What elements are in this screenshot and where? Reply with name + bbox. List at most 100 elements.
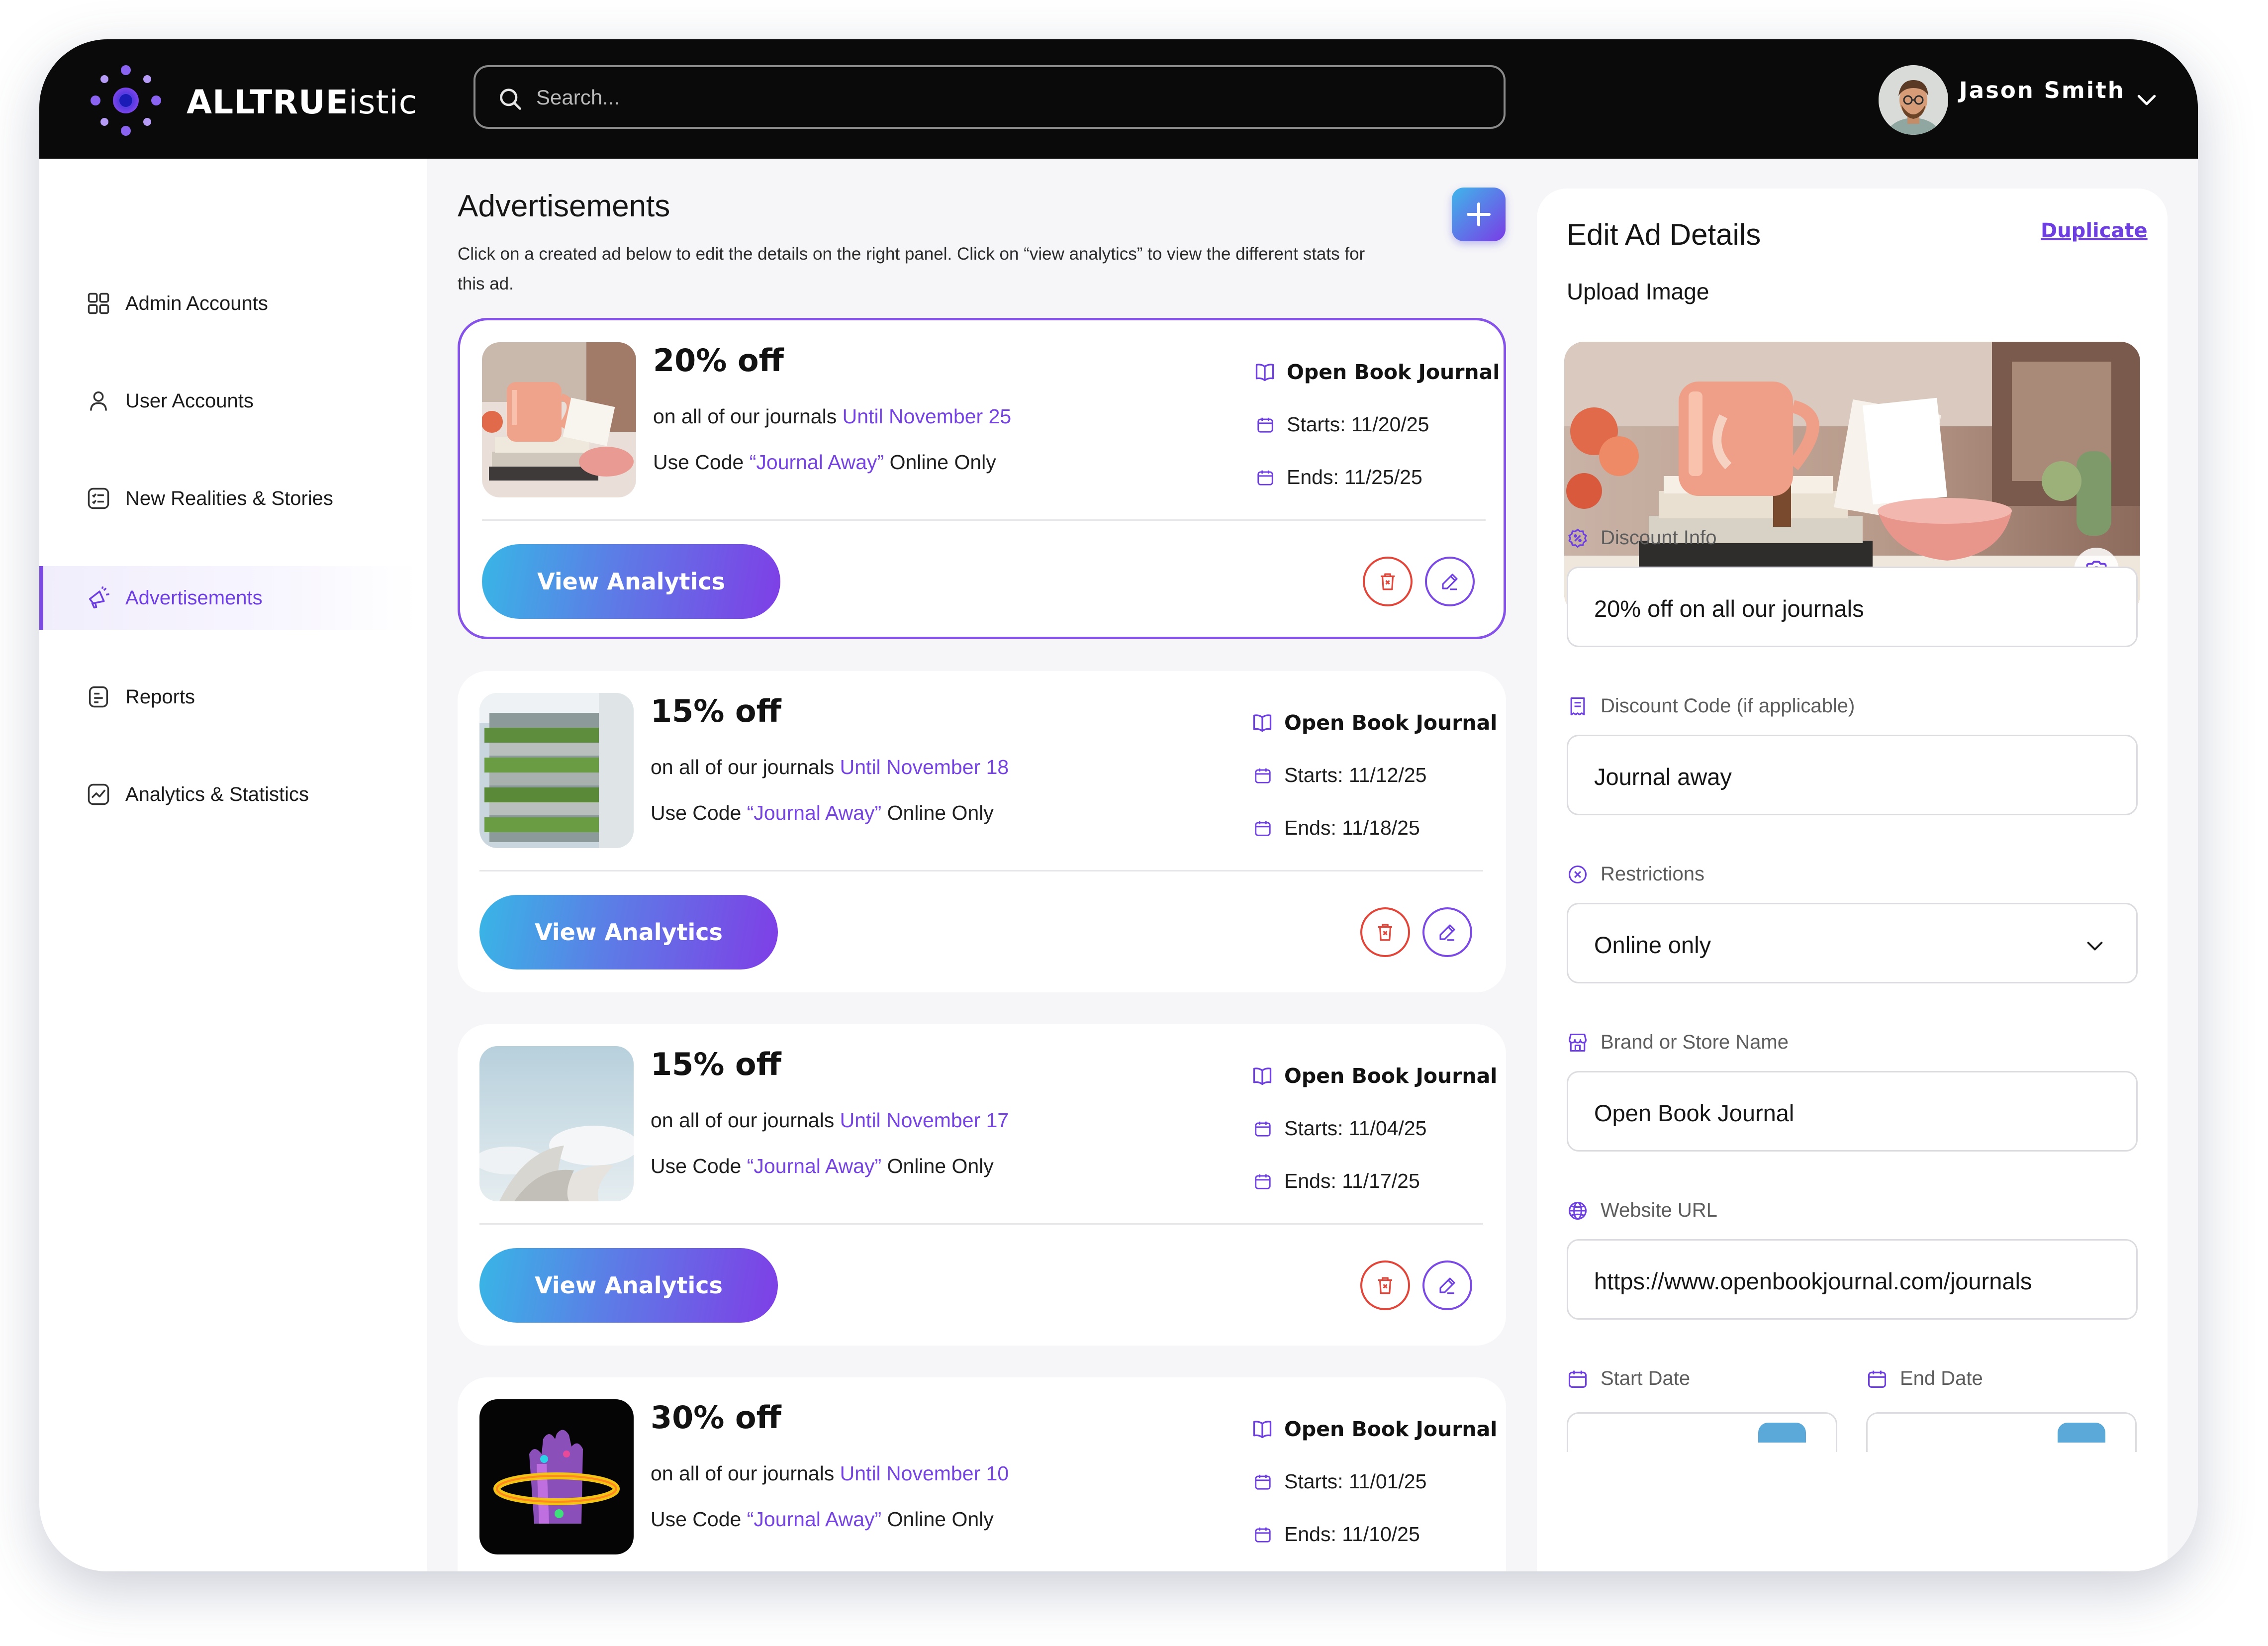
edit-button[interactable] (1425, 557, 1475, 606)
book-icon (1253, 1421, 1272, 1439)
search-input[interactable] (535, 78, 1472, 117)
ad-code: “Journal Away” (747, 1155, 882, 1177)
sidebar-item-advertisements[interactable]: Advertisements (39, 566, 417, 630)
restrictions-label-text: Restrictions (1601, 863, 1704, 885)
ad-description-text: on all of our journals (651, 756, 835, 778)
store-icon (1568, 1033, 1587, 1052)
ad-code-line: Use Code “Journal Away” Online Only (653, 451, 996, 474)
discount-code-value: Journal away (1594, 764, 1732, 790)
delete-button[interactable] (1360, 907, 1410, 957)
start-date-label-text: Start Date (1601, 1367, 1691, 1389)
ad-start-date: Starts: 11/01/25 (1253, 1470, 1426, 1493)
ad-brand: Open Book Journal (1251, 1064, 1497, 1088)
search-box[interactable] (473, 65, 1506, 129)
discount-code-field[interactable]: Journal away (1567, 735, 2138, 815)
brand-label: Brand or Store Name (1567, 1031, 1789, 1054)
ad-start-date: Starts: 11/20/25 (1256, 413, 1429, 436)
delete-button[interactable] (1363, 557, 1413, 606)
add-ad-button[interactable] (1452, 188, 1506, 241)
start-date-field[interactable] (1567, 1412, 1837, 1452)
discount-info-field[interactable]: 20% off on all our journals (1567, 567, 2138, 647)
ad-code-suffix: Online Only (887, 1508, 994, 1531)
ad-until: Until November 18 (840, 756, 1009, 778)
trash-icon (1381, 573, 1395, 590)
ad-end-date: Ends: 11/10/25 (1253, 1523, 1420, 1546)
brand-name-bold: ALLTRUE (187, 83, 349, 121)
delete-button[interactable] (1360, 1260, 1410, 1310)
ad-end-date: Ends: 11/18/25 (1253, 816, 1420, 840)
sidebar-item-label: User Accounts (125, 390, 254, 412)
ad-brand-name: Open Book Journal (1284, 711, 1498, 735)
ad-description: on all of our journals Until November 25 (653, 405, 1011, 428)
sidebar-item-reports[interactable]: Reports (39, 665, 417, 729)
sidebar-item-label: Reports (125, 686, 195, 708)
website-label: Website URL (1567, 1199, 1717, 1222)
restrictions-select[interactable]: Online only (1567, 903, 2138, 983)
ad-card[interactable]: 20% off on all of our journals Until Nov… (458, 318, 1506, 639)
website-field[interactable]: https://www.openbookjournal.com/journals (1567, 1239, 2138, 1320)
ad-description: on all of our journals Until November 18 (651, 756, 1009, 779)
date-picker-toggle[interactable] (2058, 1423, 2105, 1443)
book-icon (1255, 364, 1274, 382)
trash-icon (1378, 924, 1392, 941)
avatar[interactable] (1879, 65, 1948, 135)
sidebar-item-admin-accounts[interactable]: Admin Accounts (39, 272, 417, 335)
date-picker-toggle[interactable] (1758, 1423, 1806, 1443)
ad-code-suffix: Online Only (887, 1155, 994, 1177)
sidebar-item-analytics-statistics[interactable]: Analytics & Statistics (39, 763, 417, 826)
restrictions-label: Restrictions (1567, 863, 1704, 885)
ad-title: 20% off (653, 342, 784, 379)
sidebar: Admin Accounts User Accounts New Realiti… (39, 159, 427, 1571)
ad-start-text: Starts: 11/20/25 (1287, 413, 1429, 436)
book-icon (1253, 1067, 1272, 1085)
discount-icon (1568, 528, 1587, 548)
ad-card[interactable]: 15% off on all of our journals Until Nov… (458, 671, 1506, 992)
brand-value: Open Book Journal (1594, 1100, 1795, 1126)
sidebar-item-user-accounts[interactable]: User Accounts (39, 369, 417, 433)
ad-brand-name: Open Book Journal (1284, 1064, 1498, 1088)
brand-field[interactable]: Open Book Journal (1567, 1071, 2138, 1152)
view-analytics-button[interactable]: View Analytics (482, 544, 780, 619)
ad-title: 15% off (651, 1046, 781, 1082)
calendar-icon (1568, 1370, 1587, 1388)
ad-image (479, 1399, 634, 1554)
ad-until: Until November 17 (840, 1109, 1009, 1132)
view-analytics-button[interactable]: View Analytics (479, 1248, 778, 1323)
duplicate-link[interactable]: Duplicate (2041, 219, 2148, 242)
calendar-icon (1868, 1370, 1887, 1388)
sidebar-item-label: Admin Accounts (125, 292, 268, 314)
page-title: Advertisements (458, 189, 670, 223)
ad-card[interactable]: 30% off on all of our journals Until Nov… (458, 1377, 1506, 1571)
brand-label-text: Brand or Store Name (1601, 1031, 1789, 1053)
logo-icon (91, 65, 161, 136)
sidebar-item-new-realities-stories[interactable]: New Realities & Stories (39, 467, 417, 530)
end-date-field[interactable] (1866, 1412, 2137, 1452)
ad-card[interactable]: 15% off on all of our journals Until Nov… (458, 1024, 1506, 1346)
edit-button[interactable] (1422, 1260, 1472, 1310)
edit-button[interactable] (1422, 907, 1472, 957)
divider (479, 870, 1483, 871)
ad-start-date: Starts: 11/12/25 (1253, 764, 1426, 787)
globe-icon (1568, 1201, 1587, 1220)
app-window: ALLTRUEistic Jason Smith Admin A (39, 39, 2198, 1571)
ad-start-date: Starts: 11/04/25 (1253, 1117, 1426, 1140)
ad-image (482, 342, 636, 497)
ad-code: “Journal Away” (747, 801, 882, 824)
discount-info-label: Discount Info (1567, 527, 1716, 549)
user-name[interactable]: Jason Smith (1959, 77, 2125, 103)
ad-brand-name: Open Book Journal (1287, 360, 1500, 384)
discount-code-label-text: Discount Code (if applicable) (1601, 695, 1855, 717)
view-analytics-button[interactable]: View Analytics (479, 895, 778, 969)
ad-until: Until November 25 (842, 405, 1012, 428)
ad-end-date: Ends: 11/17/25 (1253, 1169, 1420, 1193)
chevron-down-icon[interactable] (2133, 86, 2160, 113)
calendar-icon (1255, 1174, 1271, 1189)
ad-start-text: Starts: 11/04/25 (1284, 1117, 1427, 1140)
ad-code-suffix: Online Only (889, 451, 996, 474)
ad-code-prefix: Use Code (651, 801, 742, 824)
ad-title: 30% off (651, 1399, 781, 1436)
ad-code-suffix: Online Only (887, 801, 994, 824)
ad-description-text: on all of our journals (653, 405, 837, 428)
pencil-icon (1439, 1277, 1455, 1294)
avatar-photo (1879, 65, 1948, 135)
